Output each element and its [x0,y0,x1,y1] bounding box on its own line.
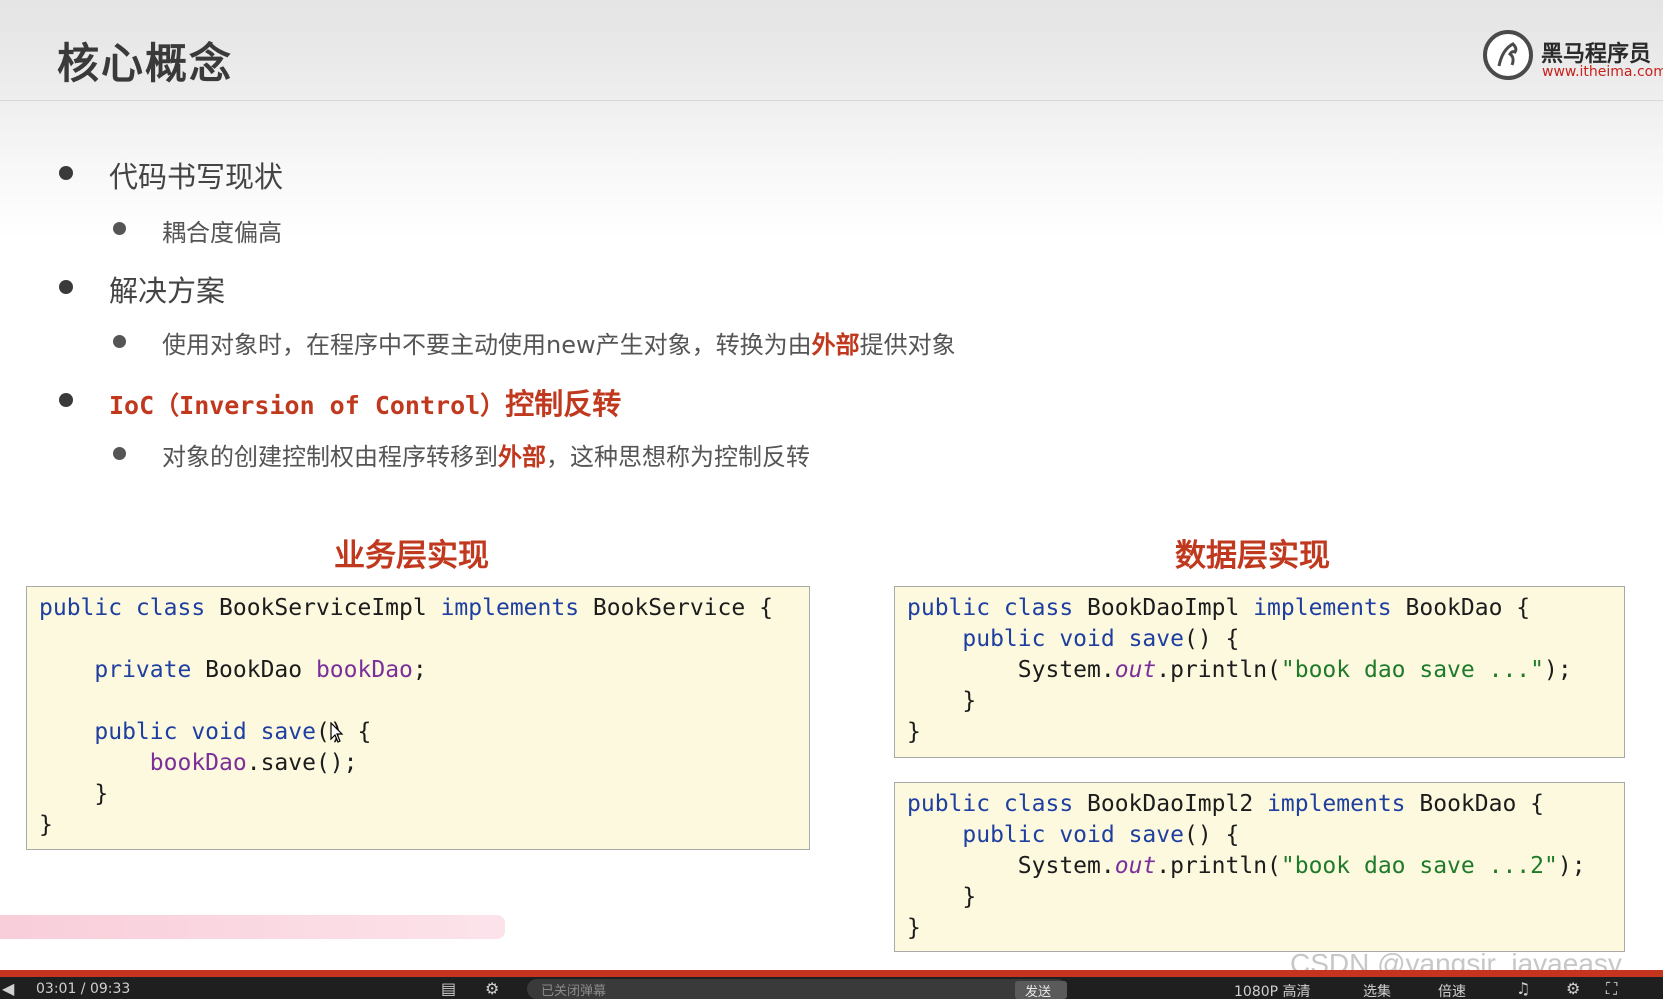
code-line: public class BookDaoImpl2 implements Boo… [907,791,1545,817]
code-line: } [39,781,109,807]
service-layer-title: 业务层实现 [334,538,489,574]
code-line: System.out.println("book dao save ...2")… [907,853,1586,879]
bullet-icon [113,222,126,235]
itheima-logo: 黑马程序员 www.itheima.com [1483,28,1663,86]
bullet-item-code-status: 代码书写现状 [109,160,284,194]
danmaku-input[interactable]: 已关闭弹幕 [527,979,1067,999]
highlight-external: 外部 [498,443,546,471]
bullet-icon [59,280,73,294]
danmaku-toggle-icon[interactable]: ▤ [441,979,456,998]
time-display: 03:01 / 09:33 [36,981,131,997]
send-label: 发送 [1025,985,1052,1000]
danmaku-placeholder: 已关闭弹幕 [541,984,607,999]
sub-item-ioc-definition: 对象的创建控制权由程序转移到外部，这种思想称为控制反转 [162,437,810,472]
code-line: public void save() { [907,822,1240,848]
episode-select-button[interactable]: 选集 [1363,981,1391,1001]
page-title: 核心概念 [57,39,234,88]
code-line: } [907,719,921,745]
bullet-icon [59,166,73,180]
dao-layer-title: 数据层实现 [1175,538,1330,574]
play-icon[interactable]: ◀ [2,979,14,998]
code-line: } [907,688,977,714]
text-segment: 提供对象 [859,331,956,359]
bullet-item-solution: 解决方案 [109,274,226,308]
horse-icon [1483,30,1533,80]
quality-button[interactable]: 1080P 高清 [1234,981,1311,1001]
title-divider [0,100,1663,101]
text-segment: 对象的创建控制权由程序转移到 [162,443,498,471]
code-line: } [39,812,53,838]
sub-item-coupling: 耦合度偏高 [162,219,282,247]
bullet-icon [59,393,73,407]
text-segment: 使用对象时，在程序中不要主动使用new产生对象，转换为由 [162,331,812,359]
settings-icon[interactable]: ⚙ [1566,979,1580,998]
mouse-cursor-icon [330,722,344,743]
bullet-icon [113,447,126,460]
danmaku-decoration [0,915,505,939]
highlight-external: 外部 [811,331,860,359]
service-code-block: public class BookServiceImpl implements … [26,586,810,850]
code-line: public void save() { [907,626,1240,652]
ioc-term: IoC（Inversion of Control） [109,391,506,420]
code-line: private BookDao bookDao; [39,657,427,683]
code-line: public class BookDaoImpl implements Book… [907,595,1531,621]
code-line: System.out.println("book dao save ..."); [907,657,1572,683]
volume-icon[interactable]: ♫ [1516,979,1530,998]
code-line: bookDao.save(); [39,750,358,776]
code-line: } [907,915,921,941]
dao-impl-code-block: public class BookDaoImpl implements Book… [894,586,1625,758]
code-line: } [907,884,977,910]
title-band [0,0,1663,240]
text-segment: ，这种思想称为控制反转 [546,443,810,471]
dao-impl2-code-block: public class BookDaoImpl2 implements Boo… [894,782,1625,952]
code-line: public class BookServiceImpl implements … [39,595,773,621]
sub-item-solution-detail: 使用对象时，在程序中不要主动使用new产生对象，转换为由外部提供对象 [162,325,956,360]
bullet-icon [113,335,126,348]
logo-url: www.itheima.com [1542,64,1663,80]
bullet-item-ioc: IoC（Inversion of Control）控制反转 [109,381,621,423]
speed-button[interactable]: 倍速 [1438,981,1466,1001]
code-line: public void save() { [39,719,372,745]
progress-bar[interactable] [0,970,1663,977]
ioc-cn-term: 控制反转 [505,387,622,421]
danmaku-settings-icon[interactable]: ⚙ [485,979,499,998]
send-button[interactable]: 发送 [1015,981,1067,1000]
fullscreen-icon[interactable]: ⛶ [1606,979,1617,999]
